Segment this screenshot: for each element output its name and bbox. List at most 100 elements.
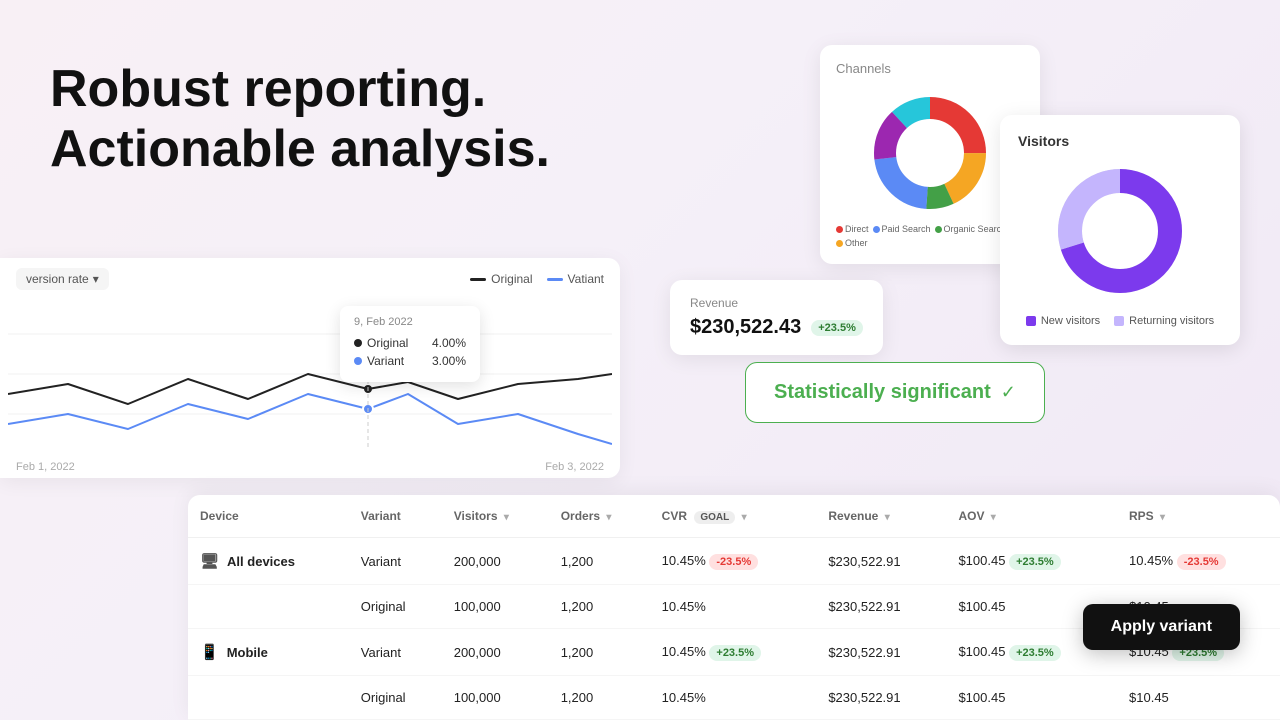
col-orders[interactable]: Orders ▾: [549, 495, 650, 538]
device-name: All devices: [227, 554, 295, 569]
legend-returning-visitors: Returning visitors: [1114, 315, 1214, 327]
rps-cell: $10.45: [1117, 676, 1280, 720]
legend-original: Original: [470, 272, 532, 286]
cvr-cell: 10.45% -23.5%: [650, 538, 817, 585]
revenue-cell: $230,522.91: [816, 629, 946, 676]
visitors-card: Visitors New visitors Returning visitors: [1000, 115, 1240, 345]
cvr-cell: 10.45%: [650, 585, 817, 629]
device-cell: 🖥 All devices: [188, 538, 349, 585]
col-rps[interactable]: RPS ▾: [1117, 495, 1280, 538]
hero-title-line2: Actionable analysis.: [50, 120, 550, 180]
visitors-card-title: Visitors: [1018, 133, 1222, 149]
tooltip-original-value: 4.00%: [432, 336, 466, 350]
variant-line-swatch: [547, 278, 563, 281]
tooltip-original-row: Original 4.00%: [354, 336, 466, 350]
device-icon: 📱: [200, 643, 219, 661]
col-revenue[interactable]: Revenue ▾: [816, 495, 946, 538]
channels-card-title: Channels: [836, 61, 1024, 76]
chart-area: version rate ▾ Original Vatiant: [0, 258, 620, 478]
col-cvr[interactable]: CVR GOAL ▾: [650, 495, 817, 538]
chart-xaxis: Feb 1, 2022 Feb 3, 2022: [0, 461, 620, 473]
aov-value: $100.45: [958, 599, 1005, 614]
visitors-cell: 200,000: [442, 538, 549, 585]
channels-legend: Direct Paid Search Organic Search Other: [836, 224, 1024, 248]
rps-value: 10.45%: [1129, 553, 1173, 568]
device-cell: [188, 676, 349, 720]
chart-svg-container: [0, 294, 620, 459]
stat-sig-text: Statistically significant: [774, 381, 991, 404]
table-header-row: Device Variant Visitors ▾ Orders ▾ CVR G…: [188, 495, 1280, 538]
cvr-cell: 10.45%: [650, 676, 817, 720]
revenue-value-row: $230,522.43 +23.5%: [690, 316, 863, 339]
variant-cell: Variant: [349, 538, 442, 585]
cvr-value: 10.45%: [662, 599, 706, 614]
tooltip-variant-value: 3.00%: [432, 354, 466, 368]
cvr-value: 10.45%: [662, 644, 706, 659]
goal-badge: GOAL: [694, 511, 735, 524]
stat-sig-card: Statistically significant ✓: [745, 362, 1045, 423]
returning-visitors-dot: [1114, 316, 1124, 326]
rps-badge: -23.5%: [1177, 554, 1226, 570]
col-variant: Variant: [349, 495, 442, 538]
orders-cell: 1,200: [549, 538, 650, 585]
cvr-value: 10.45%: [662, 553, 706, 568]
aov-badge: +23.5%: [1009, 645, 1061, 661]
revenue-badge: +23.5%: [811, 320, 863, 336]
aov-cell: $100.45: [946, 676, 1117, 720]
legend-new-visitors: New visitors: [1026, 315, 1100, 327]
revenue-sort-icon: ▾: [885, 512, 890, 523]
aov-value: $100.45: [958, 644, 1005, 659]
apply-variant-button[interactable]: Apply variant: [1083, 604, 1240, 650]
visitors-cell: 100,000: [442, 676, 549, 720]
visitors-cell: 200,000: [442, 629, 549, 676]
chart-filter-dropdown[interactable]: version rate ▾: [16, 268, 109, 290]
cvr-badge: -23.5%: [709, 554, 758, 570]
revenue-cell: $230,522.91: [816, 676, 946, 720]
col-device: Device: [188, 495, 349, 538]
new-visitors-dot: [1026, 316, 1036, 326]
revenue-card: Revenue $230,522.43 +23.5%: [670, 280, 883, 355]
rps-cell: 10.45% -23.5%: [1117, 538, 1280, 585]
legend-variant: Vatiant: [547, 272, 604, 286]
rps-sort-icon: ▾: [1160, 512, 1165, 523]
device-name: Mobile: [227, 645, 268, 660]
variant-cell: Original: [349, 676, 442, 720]
rps-value: $10.45: [1129, 690, 1169, 705]
orders-cell: 1,200: [549, 629, 650, 676]
device-cell: 📱 Mobile: [188, 629, 349, 676]
aov-sort-icon: ▾: [991, 512, 996, 523]
aov-cell: $100.45 +23.5%: [946, 538, 1117, 585]
chevron-down-icon: ▾: [93, 272, 99, 286]
revenue-cell: $230,522.91: [816, 585, 946, 629]
original-dot: [354, 339, 362, 347]
cvr-value: 10.45%: [662, 690, 706, 705]
cvr-badge: +23.5%: [709, 645, 761, 661]
tooltip-variant-label: Variant: [354, 354, 404, 368]
aov-badge: +23.5%: [1009, 554, 1061, 570]
table-row: Original100,0001,20010.45%$230,522.91$10…: [188, 676, 1280, 720]
line-chart-svg: [8, 294, 612, 454]
original-line-swatch: [470, 278, 486, 281]
device-icon: 🖥: [200, 552, 219, 570]
col-visitors[interactable]: Visitors ▾: [442, 495, 549, 538]
variant-cell: Original: [349, 585, 442, 629]
chart-legend: Original Vatiant: [470, 272, 604, 286]
col-aov[interactable]: AOV ▾: [946, 495, 1117, 538]
revenue-label: Revenue: [690, 296, 863, 310]
aov-value: $100.45: [958, 553, 1005, 568]
tooltip-variant-row: Variant 3.00%: [354, 354, 466, 368]
visitors-legend: New visitors Returning visitors: [1018, 315, 1222, 327]
visitors-donut-chart: [1050, 161, 1190, 301]
orders-sort-icon: ▾: [606, 512, 611, 523]
hero-title-line1: Robust reporting.: [50, 60, 550, 120]
orders-cell: 1,200: [549, 585, 650, 629]
aov-value: $100.45: [958, 690, 1005, 705]
variant-cell: Variant: [349, 629, 442, 676]
visitors-cell: 100,000: [442, 585, 549, 629]
cvr-sort-icon: ▾: [742, 512, 747, 523]
channels-donut-chart: [865, 88, 995, 218]
revenue-cell: $230,522.91: [816, 538, 946, 585]
tooltip-date: 9, Feb 2022: [354, 316, 466, 328]
variant-dot: [354, 357, 362, 365]
tooltip-original-label: Original: [354, 336, 408, 350]
